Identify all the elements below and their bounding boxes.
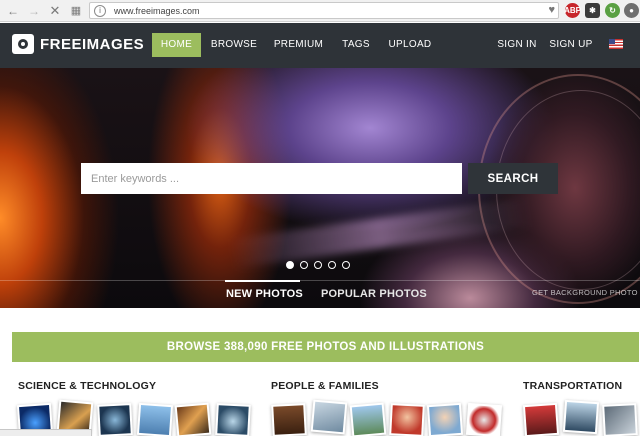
browse-banner[interactable]: BROWSE 388,090 FREE PHOTOS AND ILLUSTRAT… [12,332,639,362]
puzzle-extension-icon[interactable]: ✱ [585,3,600,18]
info-icon[interactable]: i [94,4,106,17]
forward-arrow-icon[interactable]: → [25,2,43,20]
get-background-photo-link[interactable]: GET BACKGROUND PHOTO [532,288,638,297]
site-logo[interactable]: FREEIMAGES [12,34,144,54]
category-thumbnail[interactable] [465,402,503,436]
category-thumbnail[interactable] [174,402,212,436]
apps-grid-icon[interactable]: ▦ [67,2,85,20]
back-arrow-icon[interactable]: ← [4,2,22,20]
hero-divider [0,280,640,281]
category-thumbnail[interactable] [389,403,425,436]
category-thumbnail[interactable] [426,402,464,436]
hero-section: SEARCH NEW PHOTOS POPULAR PHOTOS GET BAC… [0,68,640,308]
category-thumbnail[interactable] [562,399,600,435]
category-thumbnail[interactable] [271,403,307,436]
browser-toolbar: ← → ✕ ▦ i www.freeimages.com ♥ ABP ✱ ↻ ● [0,0,640,22]
profile-icon[interactable]: ● [624,3,639,18]
adblock-icon[interactable]: ABP [564,3,581,18]
search-input[interactable] [81,163,462,194]
slide-dot[interactable] [300,261,308,269]
update-icon[interactable]: ↻ [605,3,620,18]
category-thumbnail[interactable] [522,402,560,436]
close-icon[interactable]: ✕ [46,2,64,20]
nav-upload[interactable]: UPLOAD [385,33,435,57]
address-bar[interactable]: i www.freeimages.com ♥ [89,2,559,19]
category-thumbnail[interactable] [136,402,174,436]
site-header: FREEIMAGES HOME BROWSE PREMIUM TAGS UPLO… [0,23,640,68]
active-tab-indicator [225,280,300,282]
category-thumbnail[interactable] [215,403,251,436]
tab-new-photos[interactable]: NEW PHOTOS [226,288,303,300]
category-thumbnail[interactable] [310,399,348,435]
nav-browse[interactable]: BROWSE [208,33,260,57]
slide-dot[interactable] [314,261,322,269]
url-text[interactable]: www.freeimages.com [114,6,200,16]
category-thumbnail[interactable] [349,402,387,436]
sign-in-link[interactable]: SIGN IN [494,33,540,57]
eye-logo-icon [12,34,34,54]
us-flag-icon[interactable] [609,39,623,49]
category-title[interactable]: PEOPLE & FAMILIES [271,380,379,392]
nav-tags[interactable]: TAGS [338,33,374,57]
nav-premium[interactable]: PREMIUM [270,33,327,57]
category-title[interactable]: SCIENCE & TECHNOLOGY [18,380,156,392]
sign-up-link[interactable]: SIGN UP [547,33,595,57]
category-title[interactable]: TRANSPORTATION [523,380,622,392]
slide-dot[interactable] [286,261,294,269]
nav-home[interactable]: HOME [152,33,201,57]
tab-popular-photos[interactable]: POPULAR PHOTOS [321,288,427,300]
slide-dot[interactable] [328,261,336,269]
category-thumbnail[interactable] [602,403,638,436]
logo-text: FREEIMAGES [40,35,145,53]
search-button[interactable]: SEARCH [468,163,558,194]
status-bar [0,429,92,436]
category-thumbnail[interactable] [97,403,133,436]
page: ← → ✕ ▦ i www.freeimages.com ♥ ABP ✱ ↻ ●… [0,0,640,436]
slide-dot[interactable] [342,261,350,269]
heart-icon[interactable]: ♥ [548,4,555,16]
slideshow-dots [286,261,356,269]
